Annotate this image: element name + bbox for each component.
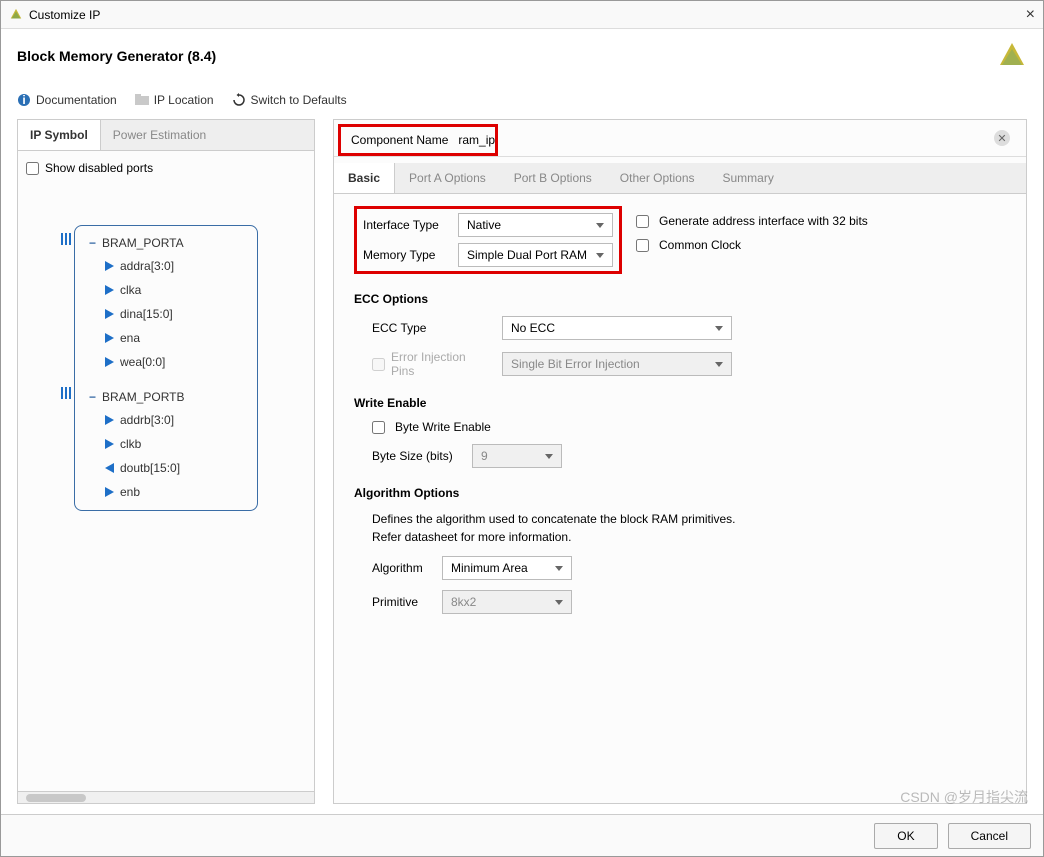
port-addrb: addrb[3:0] (83, 408, 249, 432)
algorithm-label: Algorithm (372, 561, 432, 575)
expand-icon[interactable] (61, 232, 73, 246)
tab-portb-options[interactable]: Port B Options (500, 163, 606, 193)
page-title: Block Memory Generator (8.4) (17, 48, 216, 64)
port-clka: clka (83, 278, 249, 302)
ecc-type-label: ECC Type (372, 321, 492, 335)
window-title: Customize IP (29, 8, 100, 22)
expand-icon[interactable] (61, 386, 73, 400)
folder-icon (135, 94, 149, 106)
port-clkb: clkb (83, 432, 249, 456)
err-injection-select: Single Bit Error Injection (502, 352, 732, 376)
byte-write-enable-label: Byte Write Enable (395, 420, 491, 434)
port-enb: enb (83, 480, 249, 504)
vendor-logo-icon (997, 41, 1027, 71)
left-tabstrip: IP Symbol Power Estimation (18, 120, 314, 151)
byte-size-select: 9 (472, 444, 562, 468)
port-wea: wea[0:0] (83, 350, 249, 374)
chevron-down-icon (545, 454, 553, 459)
ip-symbol-area: −BRAM_PORTA addra[3:0] clka dina[15:0] e… (18, 185, 314, 791)
toolbar-label: Switch to Defaults (251, 93, 347, 107)
component-name-row: Component Name ram_ip ✕ (334, 120, 1026, 157)
port-group-a: −BRAM_PORTA addra[3:0] clka dina[15:0] e… (75, 226, 257, 380)
main-area: IP Symbol Power Estimation Show disabled… (1, 119, 1043, 814)
port-dina: dina[15:0] (83, 302, 249, 326)
gen-addr32-label: Generate address interface with 32 bits (659, 214, 868, 228)
svg-text:i: i (22, 93, 25, 107)
chevron-down-icon (715, 362, 723, 367)
cancel-button[interactable]: Cancel (948, 823, 1031, 849)
byte-size-label: Byte Size (bits) (372, 449, 462, 463)
title-bar: Customize IP × (1, 1, 1043, 29)
info-icon: i (17, 93, 31, 107)
section-title: ECC Options (354, 292, 1006, 306)
chevron-down-icon (715, 326, 723, 331)
toolbar-label: IP Location (154, 93, 214, 107)
show-disabled-checkbox[interactable] (26, 162, 39, 175)
common-clock-label: Common Clock (659, 238, 741, 252)
tab-summary[interactable]: Summary (709, 163, 788, 193)
algorithm-section: Algorithm Options Defines the algorithm … (354, 486, 1006, 614)
ecc-type-select[interactable]: No ECC (502, 316, 732, 340)
interface-type-select[interactable]: Native (458, 213, 613, 237)
gen-addr32-checkbox[interactable] (636, 215, 649, 228)
write-enable-section: Write Enable Byte Write Enable Byte Size… (354, 396, 1006, 468)
memory-type-select[interactable]: Simple Dual Port RAM (458, 243, 613, 267)
algo-description: Defines the algorithm used to concatenat… (372, 510, 1006, 546)
algorithm-select[interactable]: Minimum Area (442, 556, 572, 580)
dialog-header: Block Memory Generator (8.4) (1, 29, 1043, 89)
clear-icon[interactable]: ✕ (994, 130, 1010, 146)
show-disabled-row: Show disabled ports (18, 151, 314, 185)
ecc-section: ECC Options ECC Type No ECC Error Inject… (354, 292, 1006, 378)
tab-basic[interactable]: Basic (334, 163, 395, 193)
documentation-link[interactable]: i Documentation (17, 93, 117, 107)
section-title: Algorithm Options (354, 486, 1006, 500)
tab-body-basic: Interface Type Native Memory Type Simple… (334, 194, 1026, 803)
tab-other-options[interactable]: Other Options (606, 163, 709, 193)
memory-type-label: Memory Type (363, 248, 448, 262)
left-panel: IP Symbol Power Estimation Show disabled… (17, 119, 315, 804)
toolbar-label: Documentation (36, 93, 117, 107)
chevron-down-icon (555, 566, 563, 571)
component-name-label: Component Name (341, 133, 458, 147)
component-name-input[interactable]: ram_ip (458, 133, 495, 147)
common-clock-checkbox[interactable] (636, 239, 649, 252)
port-doutb: doutb[15:0] (83, 456, 249, 480)
ip-location-link[interactable]: IP Location (135, 93, 214, 107)
show-disabled-label: Show disabled ports (45, 161, 153, 175)
close-icon[interactable]: × (1026, 6, 1035, 24)
primitive-select: 8kx2 (442, 590, 572, 614)
primitive-label: Primitive (372, 595, 432, 609)
chevron-down-icon (555, 600, 563, 605)
main-tabstrip: Basic Port A Options Port B Options Othe… (334, 163, 1026, 194)
switch-defaults-link[interactable]: Switch to Defaults (232, 93, 347, 107)
horizontal-scrollbar[interactable] (18, 791, 314, 803)
interface-type-label: Interface Type (363, 218, 448, 232)
tab-ip-symbol[interactable]: IP Symbol (18, 120, 101, 150)
refresh-icon (232, 93, 246, 107)
err-injection-label: Error Injection Pins (391, 350, 492, 378)
chevron-down-icon (596, 223, 604, 228)
dialog-footer: OK Cancel (1, 814, 1043, 856)
highlighted-group: Interface Type Native Memory Type Simple… (354, 206, 622, 274)
byte-write-enable-checkbox[interactable] (372, 421, 385, 434)
port-ena: ena (83, 326, 249, 350)
port-addra: addra[3:0] (83, 254, 249, 278)
right-panel: Component Name ram_ip ✕ Basic Port A Opt… (333, 119, 1027, 804)
toolbar: i Documentation IP Location Switch to De… (1, 89, 1043, 119)
ok-button[interactable]: OK (874, 823, 937, 849)
chevron-down-icon (596, 253, 604, 258)
app-logo-icon (9, 8, 23, 22)
port-group-title: −BRAM_PORTB (83, 386, 249, 408)
err-injection-checkbox (372, 358, 385, 371)
ip-block: −BRAM_PORTA addra[3:0] clka dina[15:0] e… (74, 225, 258, 511)
tab-power-estimation[interactable]: Power Estimation (101, 120, 218, 150)
section-title: Write Enable (354, 396, 1006, 410)
tab-porta-options[interactable]: Port A Options (395, 163, 500, 193)
port-group-b: −BRAM_PORTB addrb[3:0] clkb doutb[15:0] … (75, 380, 257, 510)
port-group-title: −BRAM_PORTA (83, 232, 249, 254)
